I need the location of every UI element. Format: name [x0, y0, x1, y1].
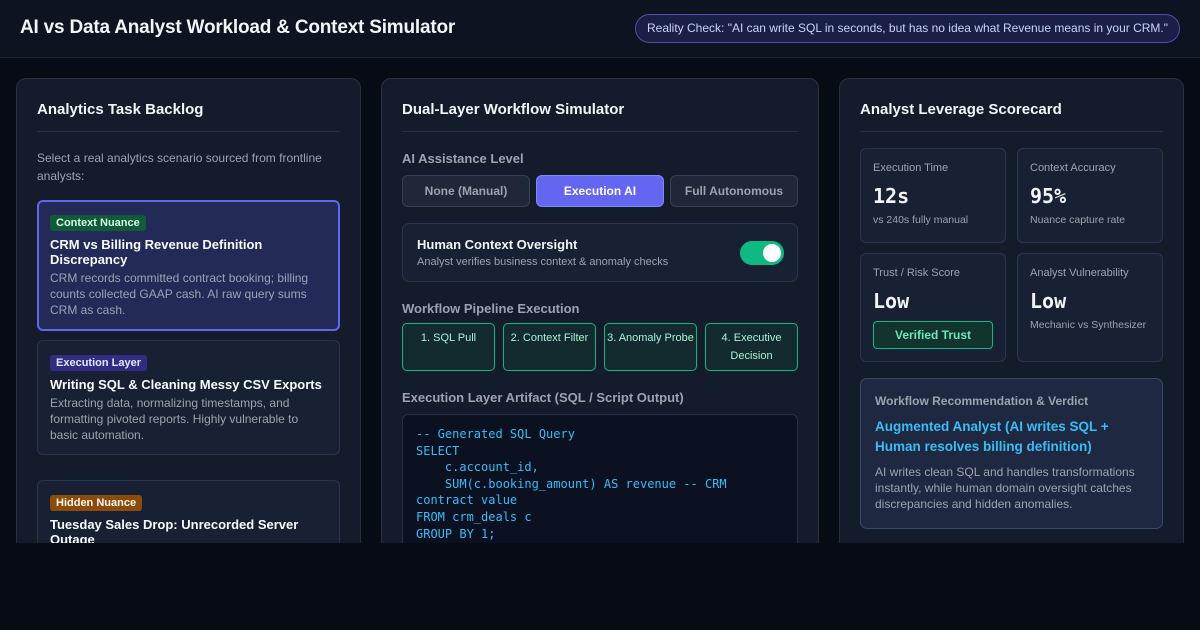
pipeline-step-executive-decision[interactable]: 4. Executive Decision [705, 323, 798, 371]
verdict-body: AI writes clean SQL and handles transfor… [875, 465, 1135, 511]
assist-level-label: AI Assistance Level [402, 151, 524, 166]
oversight-subtitle: Analyst verifies business context & anom… [417, 256, 669, 268]
pipeline-step-anomaly-probe[interactable]: 3. Anomaly Probe [604, 323, 697, 371]
oversight-title: Human Context Oversight [417, 237, 578, 252]
task-badge: Execution Layer [50, 355, 147, 371]
assist-option-execution-ai[interactable]: Execution AI [536, 175, 664, 207]
backlog-intro: Select a real analytics scenario sourced… [37, 151, 322, 183]
task-badge: Hidden Nuance [50, 495, 143, 511]
task-title: Writing SQL & Cleaning Messy CSV Exports [50, 377, 322, 392]
divider [402, 131, 798, 132]
assist-option-full-autonomous[interactable]: Full Autonomous [670, 175, 798, 207]
metric-value: 95% [1030, 184, 1067, 208]
metric-label: Context Accuracy [1030, 162, 1116, 174]
task-card-tuesday-drop[interactable]: Hidden Nuance Tuesday Sales Drop: Unreco… [37, 480, 340, 543]
oversight-toggle[interactable] [740, 241, 784, 265]
task-description: Extracting data, normalizing timestamps,… [50, 396, 299, 442]
dashboard-viewport[interactable]: Analytics Task Backlog Select a real ana… [0, 58, 1200, 543]
metric-label: Analyst Vulnerability [1030, 267, 1129, 279]
metric-subtext: Nuance capture rate [1030, 214, 1126, 226]
verdict-title: Augmented Analyst (AI writes SQL + Human… [875, 419, 1109, 454]
toggle-knob [763, 244, 781, 262]
panel-title: Analyst Leverage Scorecard [860, 101, 1062, 118]
metric-value: 12s [873, 184, 910, 208]
sql-artifact-output: -- Generated SQL Query SELECT c.account_… [402, 414, 798, 543]
verified-trust-button[interactable]: Verified Trust [873, 321, 993, 349]
metric-value: Low [1030, 289, 1067, 313]
verdict-card: Workflow Recommendation & Verdict Augmen… [860, 378, 1163, 529]
pipeline-step-context-filter[interactable]: 2. Context Filter [503, 323, 596, 371]
metric-subtext: vs 240s fully manual [873, 214, 969, 226]
reality-check-banner: Reality Check: "AI can write SQL in seco… [635, 14, 1180, 43]
scorecard-panel: Analyst Leverage Scorecard Execution Tim… [839, 78, 1184, 543]
task-title: CRM vs Billing Revenue Definition Discre… [50, 237, 263, 267]
metric-analyst-vulnerability: Analyst Vulnerability Low Mechanic vs Sy… [1017, 253, 1163, 362]
task-description: CRM records committed contract booking; … [50, 271, 309, 317]
task-card-sql-cleaning[interactable]: Execution Layer Writing SQL & Cleaning M… [37, 340, 340, 455]
metric-subtext: Mechanic vs Synthesizer [1030, 319, 1147, 331]
artifact-label: Execution Layer Artifact (SQL / Script O… [402, 390, 684, 405]
divider [37, 131, 340, 132]
assist-option-manual[interactable]: None (Manual) [402, 175, 530, 207]
top-bar: AI vs Data Analyst Workload & Context Si… [0, 0, 1200, 58]
metric-label: Execution Time [873, 162, 949, 174]
metric-label: Trust / Risk Score [873, 267, 960, 279]
divider [860, 131, 1163, 132]
task-backlog-panel: Analytics Task Backlog Select a real ana… [16, 78, 361, 543]
task-card-crm-billing[interactable]: Context Nuance CRM vs Billing Revenue De… [37, 200, 340, 331]
pipeline-label: Workflow Pipeline Execution [402, 301, 580, 316]
pipeline-step-sql-pull[interactable]: 1. SQL Pull [402, 323, 495, 371]
metric-value: Low [873, 289, 910, 313]
task-title: Tuesday Sales Drop: Unrecorded Server Ou… [50, 517, 299, 543]
metric-context-accuracy: Context Accuracy 95% Nuance capture rate [1017, 148, 1163, 243]
panel-title: Dual-Layer Workflow Simulator [402, 101, 625, 118]
workflow-simulator-panel: Dual-Layer Workflow Simulator AI Assista… [381, 78, 819, 543]
verdict-label: Workflow Recommendation & Verdict [875, 394, 1089, 408]
metric-execution-time: Execution Time 12s vs 240s fully manual [860, 148, 1006, 243]
human-oversight-card: Human Context Oversight Analyst verifies… [402, 223, 798, 282]
panel-title: Analytics Task Backlog [37, 101, 204, 118]
task-badge: Context Nuance [50, 215, 146, 231]
metric-trust-risk: Trust / Risk Score Low Verified Trust [860, 253, 1006, 362]
app-title: AI vs Data Analyst Workload & Context Si… [20, 17, 456, 38]
